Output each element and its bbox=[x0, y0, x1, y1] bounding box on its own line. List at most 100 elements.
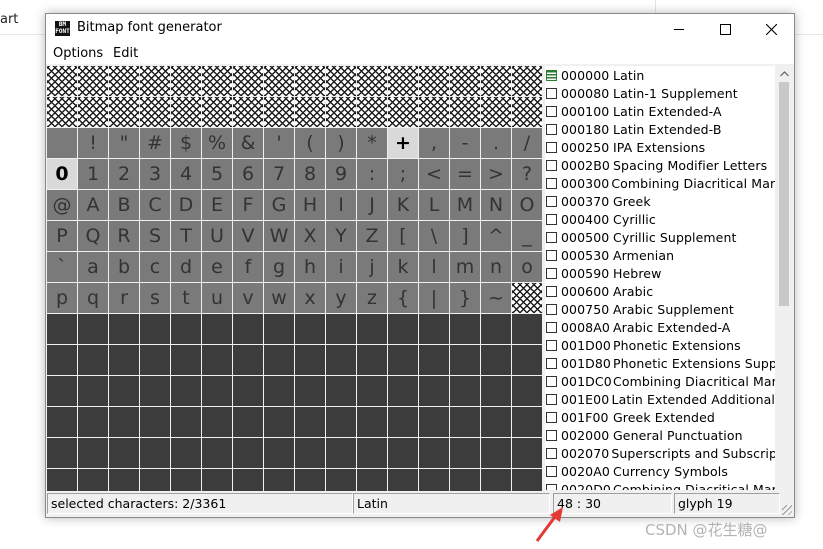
subset-checkbox[interactable] bbox=[546, 105, 557, 117]
glyph-cell[interactable]: j bbox=[357, 252, 388, 283]
glyph-cell-empty[interactable] bbox=[481, 376, 512, 407]
glyph-cell[interactable]: ! bbox=[78, 128, 109, 159]
glyph-cell[interactable]: T bbox=[171, 221, 202, 252]
glyph-cell[interactable]: ^ bbox=[481, 221, 512, 252]
glyph-cell-empty[interactable] bbox=[171, 376, 202, 407]
glyph-cell[interactable]: f bbox=[233, 252, 264, 283]
glyph-cell[interactable] bbox=[47, 128, 78, 159]
subset-checkbox[interactable] bbox=[546, 375, 557, 387]
glyph-cell[interactable]: ; bbox=[388, 159, 419, 190]
subset-checkbox[interactable] bbox=[546, 231, 557, 243]
glyph-cell-empty[interactable] bbox=[419, 407, 450, 438]
subset-checkbox[interactable] bbox=[546, 87, 557, 99]
subset-list-item[interactable]: 000530 Armenian bbox=[545, 246, 775, 264]
resize-grip[interactable] bbox=[782, 505, 792, 515]
glyph-cell-empty[interactable] bbox=[264, 314, 295, 345]
subset-list-item[interactable]: 000600 Arabic bbox=[545, 282, 775, 300]
glyph-cell[interactable]: v bbox=[233, 283, 264, 314]
glyph-cell-empty[interactable] bbox=[481, 314, 512, 345]
glyph-cell-empty[interactable] bbox=[78, 314, 109, 345]
subset-list-item[interactable]: 000250 IPA Extensions bbox=[545, 138, 775, 156]
subset-list-item[interactable]: 0020D0 Combining Diacritical Marks bbox=[545, 480, 775, 490]
glyph-cell[interactable]: o bbox=[512, 252, 543, 283]
glyph-cell[interactable]: z bbox=[357, 283, 388, 314]
subset-checkbox[interactable] bbox=[546, 159, 557, 171]
subset-list-item[interactable]: 001D00 Phonetic Extensions bbox=[545, 336, 775, 354]
subset-checkbox[interactable] bbox=[546, 357, 557, 369]
glyph-cell-empty[interactable] bbox=[264, 407, 295, 438]
glyph-cell-empty[interactable] bbox=[140, 407, 171, 438]
glyph-cell-empty[interactable] bbox=[357, 345, 388, 376]
glyph-cell[interactable]: b bbox=[109, 252, 140, 283]
glyph-cell-unavailable[interactable] bbox=[78, 97, 109, 128]
subset-list-item[interactable]: 000370 Greek bbox=[545, 192, 775, 210]
glyph-cell[interactable]: % bbox=[202, 128, 233, 159]
glyph-cell[interactable]: , bbox=[419, 128, 450, 159]
glyph-cell[interactable]: / bbox=[512, 128, 543, 159]
subset-checkbox[interactable] bbox=[546, 141, 557, 153]
glyph-cell[interactable]: \ bbox=[419, 221, 450, 252]
glyph-cell-unavailable[interactable] bbox=[357, 97, 388, 128]
glyph-cell[interactable]: t bbox=[171, 283, 202, 314]
subset-checkbox[interactable] bbox=[546, 123, 557, 135]
glyph-cell[interactable]: _ bbox=[512, 221, 543, 252]
glyph-cell-empty[interactable] bbox=[140, 438, 171, 469]
glyph-cell[interactable]: R bbox=[109, 221, 140, 252]
subset-checkbox[interactable] bbox=[546, 285, 557, 297]
glyph-cell[interactable]: # bbox=[140, 128, 171, 159]
scrollbar-thumb[interactable] bbox=[779, 82, 789, 306]
glyph-cell[interactable]: $ bbox=[171, 128, 202, 159]
subset-checkbox[interactable] bbox=[546, 321, 557, 333]
glyph-cell-empty[interactable] bbox=[512, 438, 543, 469]
glyph-cell-empty[interactable] bbox=[357, 376, 388, 407]
glyph-cell-empty[interactable] bbox=[388, 438, 419, 469]
glyph-cell[interactable]: 5 bbox=[202, 159, 233, 190]
glyph-cell[interactable]: ( bbox=[295, 128, 326, 159]
glyph-cell-empty[interactable] bbox=[140, 376, 171, 407]
glyph-cell-unavailable[interactable] bbox=[202, 97, 233, 128]
glyph-cell[interactable]: y bbox=[326, 283, 357, 314]
glyph-cell-unavailable[interactable] bbox=[171, 66, 202, 97]
glyph-cell-unavailable[interactable] bbox=[78, 66, 109, 97]
glyph-cell-unavailable[interactable] bbox=[47, 66, 78, 97]
glyph-cell-empty[interactable] bbox=[419, 345, 450, 376]
glyph-cell[interactable]: W bbox=[264, 221, 295, 252]
subset-checkbox[interactable] bbox=[546, 393, 557, 405]
glyph-cell-unavailable[interactable] bbox=[450, 97, 481, 128]
glyph-cell-empty[interactable] bbox=[47, 345, 78, 376]
glyph-cell-empty[interactable] bbox=[109, 407, 140, 438]
glyph-cell-empty[interactable] bbox=[326, 407, 357, 438]
glyph-cell[interactable]: 0 bbox=[47, 159, 78, 190]
glyph-cell[interactable]: ' bbox=[264, 128, 295, 159]
subset-list-item[interactable]: 001F00 Greek Extended bbox=[545, 408, 775, 426]
subset-list-item[interactable]: 000300 Combining Diacritical Marks bbox=[545, 174, 775, 192]
glyph-cell[interactable]: * bbox=[357, 128, 388, 159]
glyph-cell-empty[interactable] bbox=[450, 438, 481, 469]
glyph-cell[interactable]: g bbox=[264, 252, 295, 283]
glyph-cell-unavailable[interactable] bbox=[109, 97, 140, 128]
glyph-cell-empty[interactable] bbox=[481, 407, 512, 438]
glyph-cell[interactable]: - bbox=[450, 128, 481, 159]
title-bar[interactable]: BM FONT Bitmap font generator bbox=[46, 14, 794, 44]
glyph-cell[interactable]: + bbox=[388, 128, 419, 159]
glyph-cell-empty[interactable] bbox=[450, 345, 481, 376]
glyph-cell-empty[interactable] bbox=[233, 376, 264, 407]
glyph-cell-empty[interactable] bbox=[295, 438, 326, 469]
glyph-cell-unavailable[interactable] bbox=[481, 97, 512, 128]
glyph-cell-unavailable[interactable] bbox=[295, 66, 326, 97]
glyph-cell[interactable]: = bbox=[450, 159, 481, 190]
glyph-cell[interactable]: 8 bbox=[295, 159, 326, 190]
glyph-cell[interactable]: : bbox=[357, 159, 388, 190]
subset-checkbox[interactable] bbox=[546, 465, 557, 477]
glyph-cell-empty[interactable] bbox=[388, 345, 419, 376]
glyph-cell-empty[interactable] bbox=[171, 438, 202, 469]
glyph-cell[interactable]: J bbox=[357, 190, 388, 221]
subset-list-item[interactable]: 001DC0 Combining Diacritical Marks bbox=[545, 372, 775, 390]
glyph-cell-empty[interactable] bbox=[264, 376, 295, 407]
subset-checkbox[interactable] bbox=[546, 267, 557, 279]
glyph-cell-empty[interactable] bbox=[109, 345, 140, 376]
glyph-cell-unavailable[interactable] bbox=[450, 66, 481, 97]
glyph-cell[interactable]: . bbox=[481, 128, 512, 159]
glyph-cell[interactable]: 3 bbox=[140, 159, 171, 190]
glyph-cell-empty[interactable] bbox=[171, 314, 202, 345]
